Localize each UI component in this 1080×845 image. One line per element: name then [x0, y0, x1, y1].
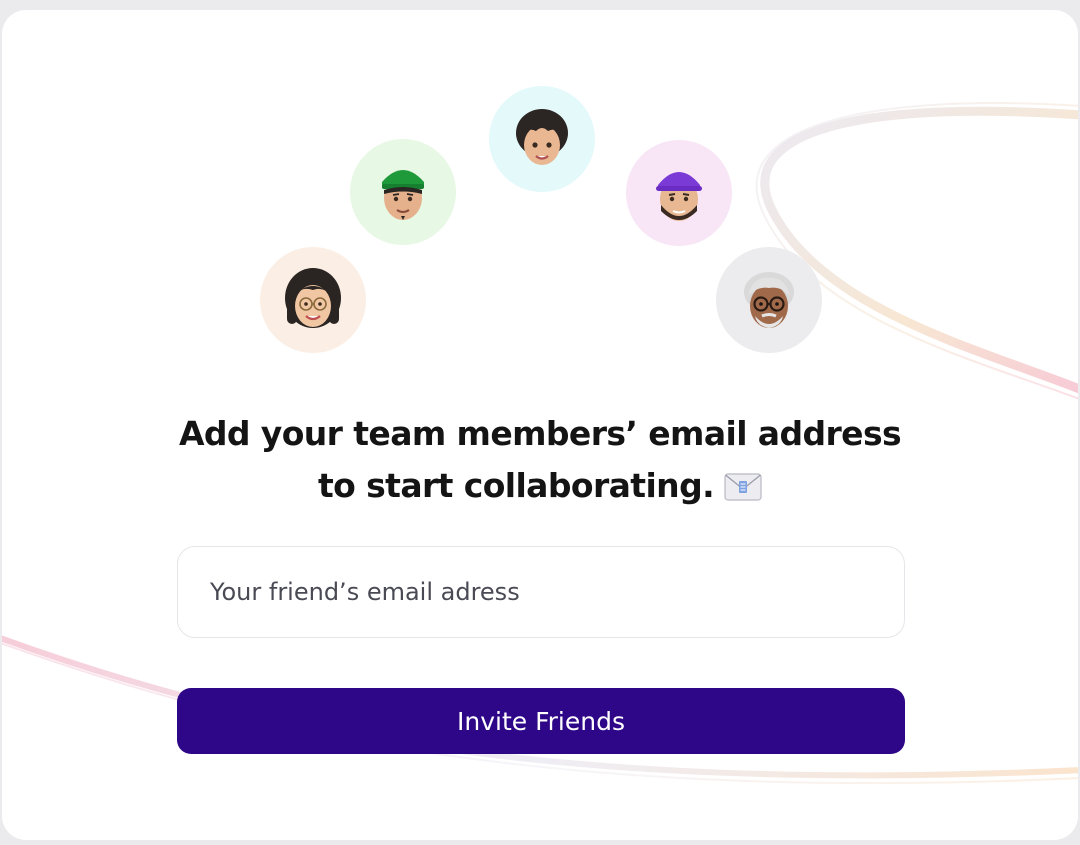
memoji-older-man-glasses-icon	[744, 272, 794, 328]
invite-card: Add your team members’ email address to …	[2, 10, 1078, 840]
team-avatar-2	[350, 139, 456, 245]
team-avatar-1	[260, 247, 366, 353]
invite-heading: Add your team members’ email address to …	[2, 408, 1078, 516]
friend-email-input[interactable]	[177, 546, 905, 638]
team-avatar-3	[489, 86, 595, 192]
envelope-icon	[724, 464, 762, 516]
heading-line-2-text: to start collaborating.	[317, 466, 715, 505]
heading-line-2: to start collaborating.	[2, 460, 1078, 516]
memoji-child-icon	[516, 109, 568, 165]
team-avatar-5	[716, 247, 822, 353]
memoji-woman-glasses-icon	[285, 268, 341, 328]
heading-line-1: Add your team members’ email address	[178, 414, 902, 453]
memoji-man-purple-cap-icon	[656, 172, 702, 221]
invite-friends-button[interactable]: Invite Friends	[177, 688, 905, 754]
memoji-man-green-cap-icon	[382, 170, 424, 220]
team-avatar-4	[626, 140, 732, 246]
